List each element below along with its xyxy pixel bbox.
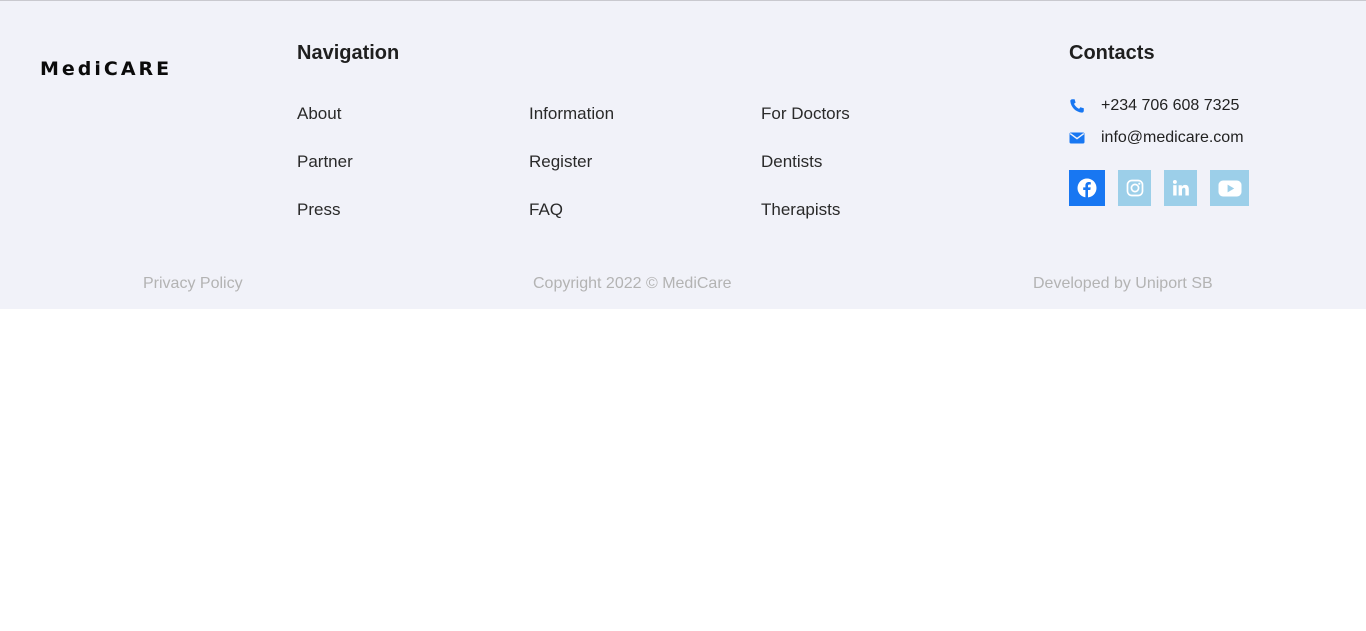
youtube-icon xyxy=(1218,180,1242,197)
privacy-policy-link[interactable]: Privacy Policy xyxy=(143,275,243,293)
contacts-heading: Contacts xyxy=(1069,42,1155,64)
nav-link-partner[interactable]: Partner xyxy=(297,151,353,199)
nav-link-dentists[interactable]: Dentists xyxy=(761,151,850,199)
copyright-text: Copyright 2022 © MediCare xyxy=(533,275,732,292)
contact-email[interactable]: info@medicare.com xyxy=(1069,127,1244,149)
nav-link-register[interactable]: Register xyxy=(529,151,614,199)
contact-phone[interactable]: +234 706 608 7325 xyxy=(1069,95,1239,117)
navigation-heading: Navigation xyxy=(297,42,400,64)
nav-column-2: Information Register FAQ xyxy=(529,103,614,247)
nav-link-about[interactable]: About xyxy=(297,103,353,151)
instagram-icon xyxy=(1126,179,1144,197)
phone-number: +234 706 608 7325 xyxy=(1101,97,1240,114)
facebook-icon xyxy=(1077,178,1097,198)
linkedin-button[interactable] xyxy=(1164,170,1197,206)
nav-link-faq[interactable]: FAQ xyxy=(529,199,614,247)
developer-credit: Developed by Uniport SB xyxy=(1033,275,1213,292)
email-address: info@medicare.com xyxy=(1101,129,1244,146)
nav-link-press[interactable]: Press xyxy=(297,199,353,247)
nav-column-1: About Partner Press xyxy=(297,103,353,247)
phone-icon xyxy=(1069,98,1085,114)
nav-link-information[interactable]: Information xyxy=(529,103,614,151)
nav-column-3: For Doctors Dentists Therapists xyxy=(761,103,850,247)
site-footer: MediCARE Navigation About Partner Press … xyxy=(0,0,1366,309)
envelope-icon xyxy=(1069,130,1085,146)
facebook-button[interactable] xyxy=(1069,170,1105,206)
brand-logo[interactable]: MediCARE xyxy=(40,58,172,80)
nav-link-therapists[interactable]: Therapists xyxy=(761,199,850,247)
nav-link-for-doctors[interactable]: For Doctors xyxy=(761,103,850,151)
instagram-button[interactable] xyxy=(1118,170,1151,206)
youtube-button[interactable] xyxy=(1210,170,1249,206)
linkedin-icon xyxy=(1172,179,1190,197)
